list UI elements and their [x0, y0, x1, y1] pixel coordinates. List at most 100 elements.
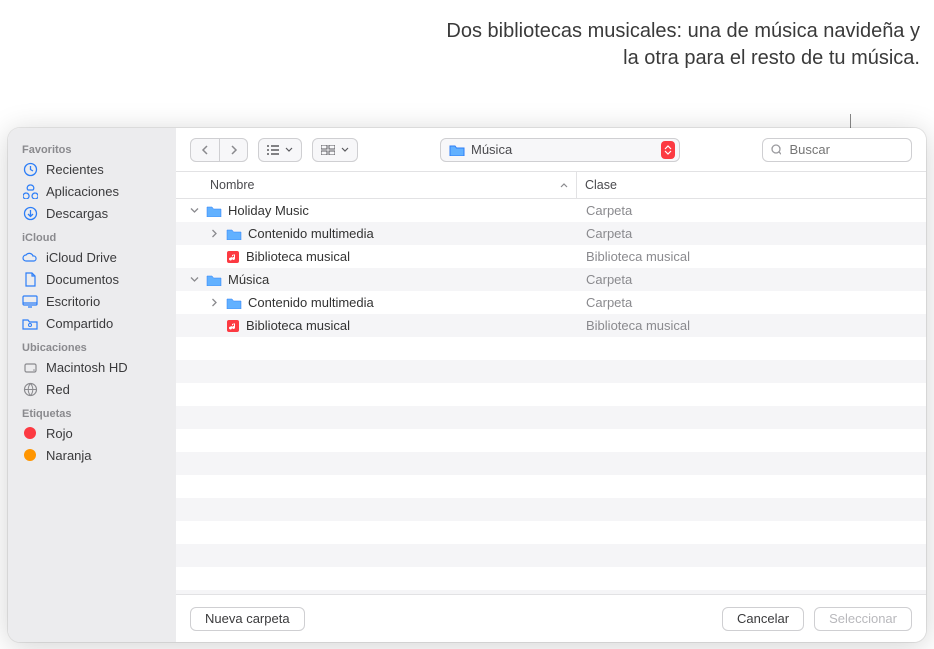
- sidebar-section-title: Favoritos: [8, 136, 176, 158]
- sidebar-item-label: Descargas: [46, 206, 108, 221]
- column-kind-label: Clase: [585, 178, 617, 192]
- file-name: Contenido multimedia: [248, 295, 374, 310]
- disclosure-triangle[interactable]: [188, 205, 200, 217]
- cloud-icon: [22, 249, 38, 265]
- sidebar-item-macintosh-hd[interactable]: Macintosh HD: [8, 356, 176, 378]
- sidebar-section-title: iCloud: [8, 224, 176, 246]
- empty-row: [176, 452, 926, 475]
- sidebar-item-recientes[interactable]: Recientes: [8, 158, 176, 180]
- sort-asc-icon: [560, 182, 568, 188]
- folder-icon: [226, 228, 242, 240]
- folder-icon: [226, 297, 242, 309]
- file-kind: Carpeta: [576, 295, 926, 310]
- file-row[interactable]: Contenido multimediaCarpeta: [176, 222, 926, 245]
- music-library-icon: [226, 319, 240, 333]
- empty-row: [176, 498, 926, 521]
- empty-row: [176, 383, 926, 406]
- file-row[interactable]: Música Carpeta: [176, 268, 926, 291]
- stepper-icon[interactable]: [661, 141, 675, 159]
- folder-icon: [206, 274, 222, 286]
- sidebar-item-documentos[interactable]: Documentos: [8, 268, 176, 290]
- disclosure-triangle[interactable]: [208, 228, 220, 240]
- search-input[interactable]: [787, 141, 903, 158]
- disclosure-triangle: [208, 251, 220, 263]
- file-name: Biblioteca musical: [246, 249, 350, 264]
- shared-icon: [22, 315, 38, 331]
- file-kind: Biblioteca musical: [576, 249, 926, 264]
- sidebar-item-descargas[interactable]: Descargas: [8, 202, 176, 224]
- nav-back-forward[interactable]: [190, 138, 248, 162]
- dialog-footer: Nueva carpeta Cancelar Seleccionar: [176, 594, 926, 642]
- file-row[interactable]: Biblioteca musical Biblioteca musical: [176, 245, 926, 268]
- forward-button[interactable]: [219, 139, 247, 161]
- sidebar-item-label: Recientes: [46, 162, 104, 177]
- music-library-icon: [226, 250, 240, 264]
- sidebar-item-label: Macintosh HD: [46, 360, 128, 375]
- search-icon: [771, 144, 781, 156]
- chevron-down-icon: [285, 147, 293, 153]
- file-list: Holiday Music Carpeta Contenido multimedia…: [176, 199, 926, 594]
- file-kind: Carpeta: [576, 203, 926, 218]
- search-field[interactable]: [762, 138, 912, 162]
- file-row[interactable]: Biblioteca musicalBiblioteca musical: [176, 314, 926, 337]
- group-button[interactable]: [312, 138, 358, 162]
- location-popup[interactable]: Música: [440, 138, 680, 162]
- tag-icon: [22, 447, 38, 463]
- file-row[interactable]: Contenido multimedia Carpeta: [176, 291, 926, 314]
- view-list-button[interactable]: [258, 138, 302, 162]
- sidebar-item-rojo[interactable]: Rojo: [8, 422, 176, 444]
- folder-icon: [449, 144, 465, 156]
- file-name: Holiday Music: [228, 203, 309, 218]
- sidebar-item-icloud-drive[interactable]: iCloud Drive: [8, 246, 176, 268]
- empty-row: [176, 475, 926, 498]
- sidebar-item-label: iCloud Drive: [46, 250, 117, 265]
- empty-row: [176, 544, 926, 567]
- chevron-down-icon: [341, 147, 349, 153]
- column-headers: Nombre Clase: [176, 172, 926, 199]
- file-name: Música: [228, 272, 269, 287]
- empty-row: [176, 567, 926, 590]
- sidebar-item-label: Red: [46, 382, 70, 397]
- cancel-button[interactable]: Cancelar: [722, 607, 804, 631]
- file-name: Contenido multimedia: [248, 226, 374, 241]
- new-folder-button[interactable]: Nueva carpeta: [190, 607, 305, 631]
- sidebar-item-red[interactable]: Red: [8, 378, 176, 400]
- globe-icon: [22, 381, 38, 397]
- empty-row: [176, 337, 926, 360]
- column-name[interactable]: Nombre: [176, 172, 576, 198]
- sidebar-item-label: Aplicaciones: [46, 184, 119, 199]
- sidebar-item-label: Documentos: [46, 272, 119, 287]
- disclosure-triangle[interactable]: [188, 274, 200, 286]
- empty-row: [176, 360, 926, 383]
- file-name: Biblioteca musical: [246, 318, 350, 333]
- select-button[interactable]: Seleccionar: [814, 607, 912, 631]
- file-kind: Carpeta: [576, 272, 926, 287]
- finder-open-dialog: Favoritos Recientes Aplicaciones Descargas i…: [8, 128, 926, 642]
- download-icon: [22, 205, 38, 221]
- column-kind[interactable]: Clase: [576, 172, 926, 198]
- desktop-icon: [22, 293, 38, 309]
- grid-icon: [321, 145, 335, 155]
- tag-icon: [22, 425, 38, 441]
- toolbar: Música: [176, 128, 926, 172]
- sidebar-item-label: Compartido: [46, 316, 113, 331]
- sidebar-section-title: Ubicaciones: [8, 334, 176, 356]
- list-icon: [267, 145, 279, 155]
- sidebar-item-naranja[interactable]: Naranja: [8, 444, 176, 466]
- sidebar-item-escritorio[interactable]: Escritorio: [8, 290, 176, 312]
- column-name-label: Nombre: [210, 178, 254, 192]
- back-button[interactable]: [191, 139, 219, 161]
- disk-icon: [22, 359, 38, 375]
- empty-row: [176, 406, 926, 429]
- sidebar-item-label: Escritorio: [46, 294, 100, 309]
- empty-row: [176, 521, 926, 544]
- file-row[interactable]: Holiday Music Carpeta: [176, 199, 926, 222]
- sidebar-item-aplicaciones[interactable]: Aplicaciones: [8, 180, 176, 202]
- disclosure-triangle: [208, 320, 220, 332]
- sidebar-item-compartido[interactable]: Compartido: [8, 312, 176, 334]
- sidebar-item-label: Naranja: [46, 448, 92, 463]
- folder-icon: [206, 205, 222, 217]
- location-label: Música: [471, 142, 512, 157]
- empty-row: [176, 429, 926, 452]
- disclosure-triangle[interactable]: [208, 297, 220, 309]
